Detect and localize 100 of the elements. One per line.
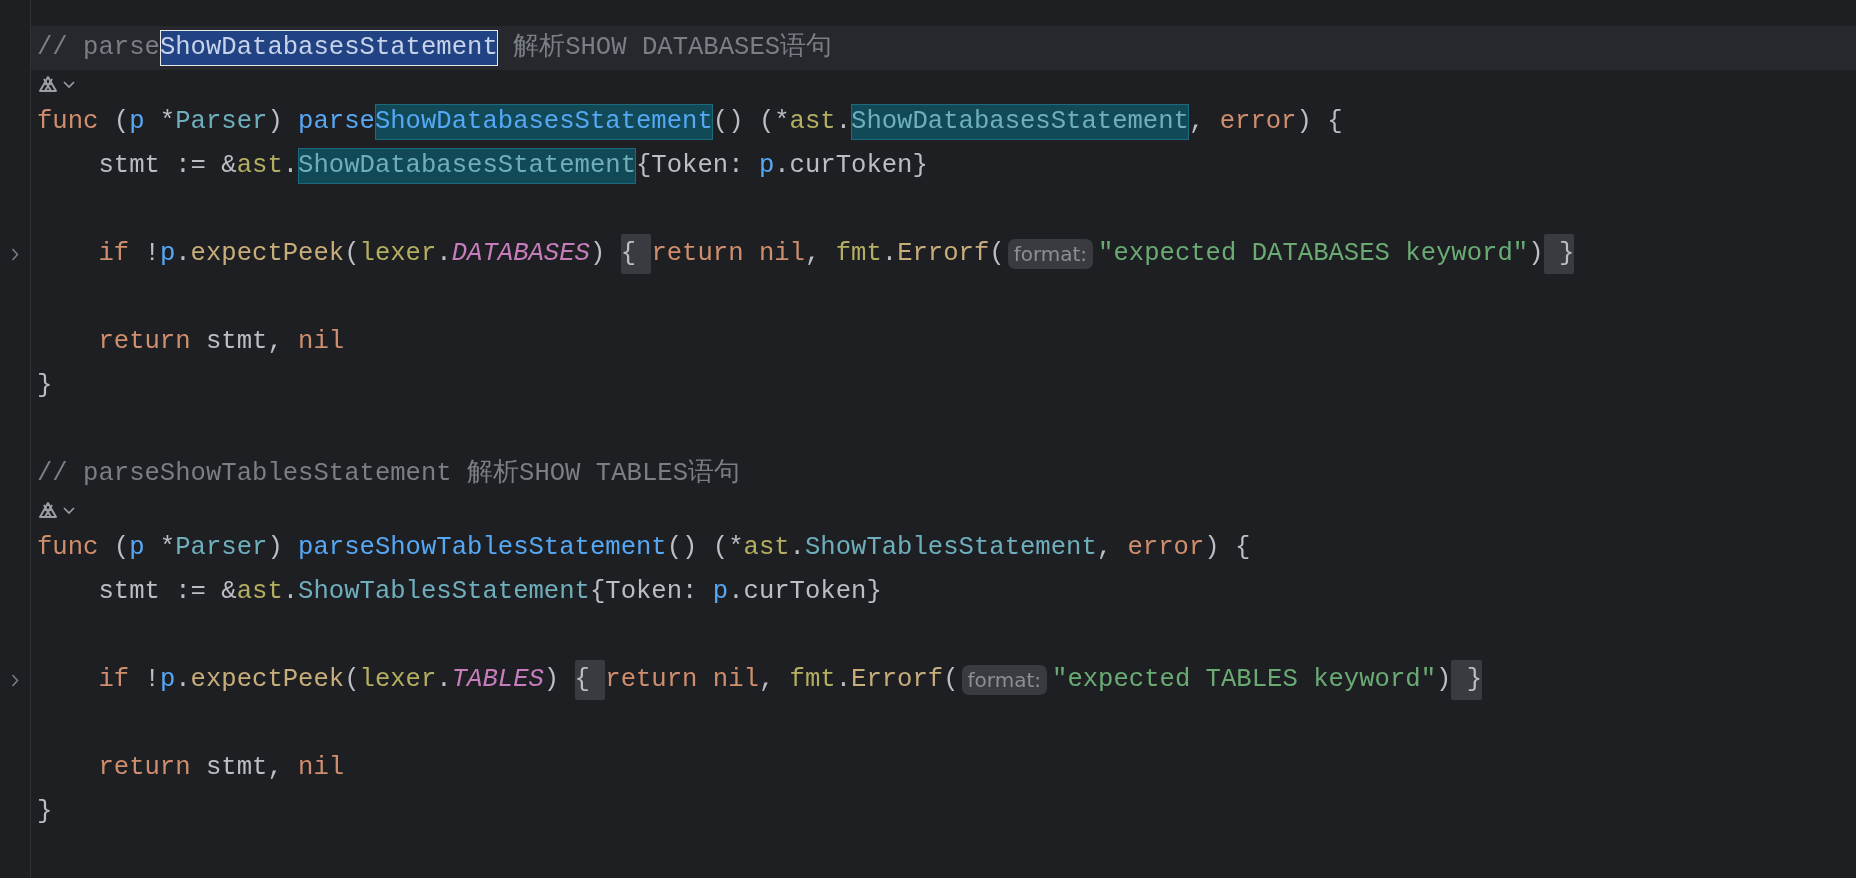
code-text: stmt,: [204, 326, 284, 358]
code-text: .: [436, 664, 452, 696]
code-text: stmt,: [204, 752, 284, 784]
highlighted-identifier: ShowDatabasesStatement: [851, 104, 1189, 140]
code-text: ): [267, 106, 284, 138]
folded-brace[interactable]: }: [1543, 234, 1575, 274]
constant-name: DATABASES: [451, 238, 590, 270]
chevron-down-icon[interactable]: [63, 507, 75, 515]
code-text: ): [1528, 238, 1544, 270]
code-text: *: [158, 106, 176, 138]
string-literal: "expected DATABASES keyword": [1098, 238, 1529, 270]
package-name: ast: [743, 532, 790, 564]
type-name: Parser: [175, 106, 268, 138]
package-name: fmt: [835, 238, 882, 270]
keyword: if: [97, 238, 130, 270]
code-text: ) {: [1296, 106, 1343, 138]
code-text: ): [1436, 664, 1452, 696]
keyword: return nil: [651, 238, 805, 270]
type-name: ShowTablesStatement: [298, 576, 590, 608]
chevron-right-icon[interactable]: [11, 247, 19, 261]
code-text: ,: [1188, 106, 1206, 138]
highlighted-identifier: ShowDatabasesStatement: [298, 148, 636, 184]
folded-brace[interactable]: }: [1451, 660, 1483, 700]
selected-text: ShowDatabasesStatement: [159, 30, 498, 66]
code-comment: 解析SHOW DATABASES语句: [512, 32, 833, 64]
code-text: .: [835, 664, 852, 696]
keyword: return nil: [605, 664, 759, 696]
string-literal: "expected TABLES keyword": [1052, 664, 1436, 696]
code-text: (: [112, 106, 130, 138]
keyword: nil: [298, 752, 345, 784]
parameter-hint: format:: [1007, 239, 1094, 269]
code-text: () (*: [712, 106, 790, 138]
keyword: func: [37, 532, 99, 564]
keyword: func: [37, 106, 99, 138]
code-text: .curToken}: [728, 576, 882, 608]
receiver-name: p: [129, 106, 145, 138]
method-call: Errorf: [851, 664, 944, 696]
code-text: }: [37, 796, 53, 828]
highlighted-identifier: ShowDatabasesStatement: [374, 104, 713, 140]
type-name: Parser: [175, 532, 268, 564]
folded-brace[interactable]: {: [620, 234, 652, 274]
code-text: ,: [758, 664, 776, 696]
receiver-name: p: [129, 532, 145, 564]
package-name: ast: [236, 150, 283, 182]
code-text: ): [543, 664, 561, 696]
knot-icon[interactable]: [37, 75, 59, 95]
code-comment: // parseShowTablesStatement 解析SHOW TABLES语句: [37, 458, 740, 490]
code-text: .: [436, 238, 452, 270]
code-text: (: [943, 664, 959, 696]
parameter-hint: format:: [961, 665, 1048, 695]
code-text: stmt := &: [97, 576, 237, 608]
receiver-name: p: [159, 664, 176, 696]
method-call: expectPeek: [190, 238, 345, 270]
keyword: error: [1127, 532, 1205, 564]
keyword: return: [97, 752, 191, 784]
code-text: .: [175, 238, 191, 270]
code-text: ) {: [1204, 532, 1251, 564]
package-name: lexer: [359, 238, 437, 270]
code-text: (: [112, 532, 130, 564]
receiver-name: p: [712, 576, 729, 608]
code-text: .: [789, 532, 805, 564]
knot-icon[interactable]: [37, 501, 59, 521]
folded-brace[interactable]: {: [574, 660, 606, 700]
keyword: error: [1219, 106, 1297, 138]
package-name: ast: [236, 576, 283, 608]
package-name: fmt: [789, 664, 836, 696]
code-text: {Token:: [589, 576, 699, 608]
code-text: ,: [1096, 532, 1114, 564]
code-text: ,: [804, 238, 822, 270]
receiver-name: p: [159, 238, 176, 270]
code-text: stmt := &: [97, 150, 237, 182]
code-text: }: [37, 370, 53, 402]
chevron-down-icon[interactable]: [63, 81, 75, 89]
package-name: ast: [789, 106, 836, 138]
method-call: Errorf: [897, 238, 990, 270]
keyword: nil: [298, 326, 345, 358]
code-text: .: [282, 576, 299, 608]
code-text: .: [835, 106, 852, 138]
code-text: .curToken}: [774, 150, 928, 182]
function-name: parseShowTablesStatement: [298, 532, 667, 564]
code-comment: // parse: [37, 32, 160, 64]
package-name: lexer: [359, 664, 437, 696]
keyword: return: [97, 326, 191, 358]
code-text: {Token:: [636, 150, 745, 182]
function-name: parse: [298, 106, 375, 138]
code-text: .: [175, 664, 191, 696]
code-text: .: [282, 150, 299, 182]
code-text: (: [344, 238, 360, 270]
code-text: *: [158, 532, 176, 564]
code-text: ): [267, 532, 284, 564]
code-text: (: [989, 238, 1005, 270]
constant-name: TABLES: [451, 664, 544, 696]
code-text: .: [881, 238, 898, 270]
code-text: (: [344, 664, 360, 696]
keyword: if: [97, 664, 130, 696]
code-text: !: [143, 238, 160, 270]
type-name: ShowTablesStatement: [804, 532, 1097, 564]
code-text: !: [143, 664, 160, 696]
code-text: ): [589, 238, 607, 270]
chevron-right-icon[interactable]: [11, 673, 19, 687]
